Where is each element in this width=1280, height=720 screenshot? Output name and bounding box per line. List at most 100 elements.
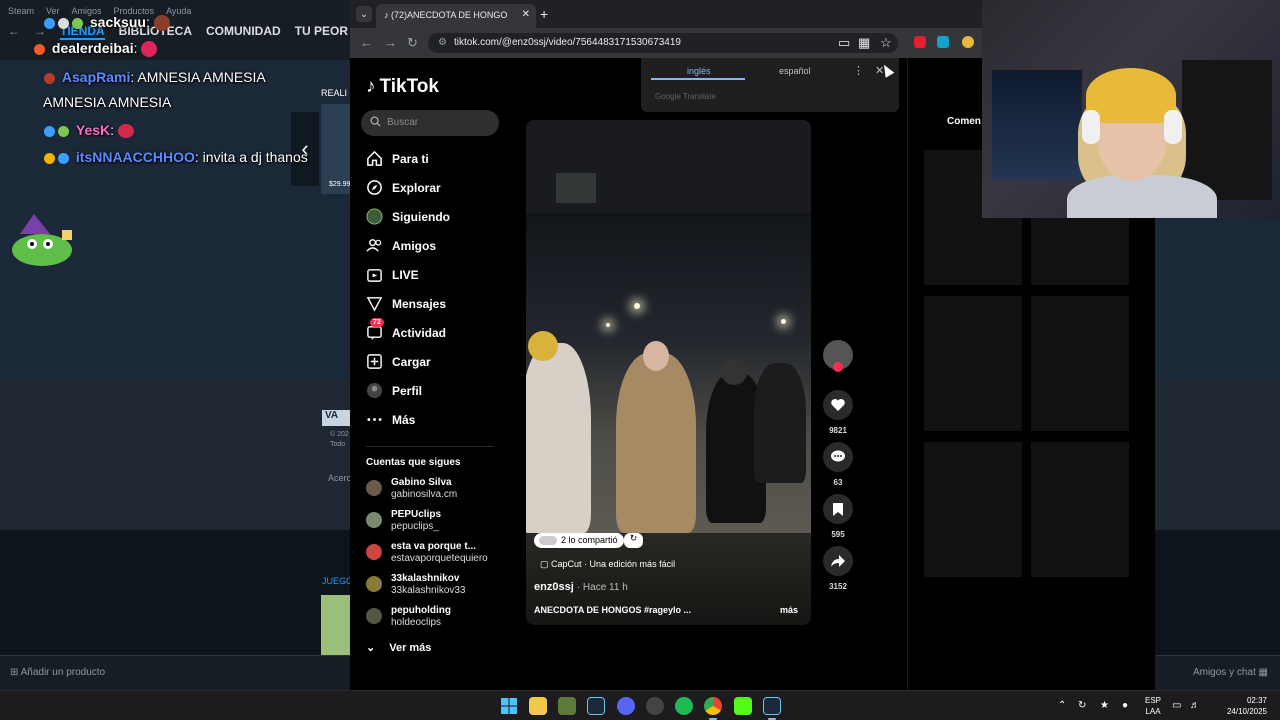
windows-start-icon[interactable] [500, 697, 518, 715]
windows-taskbar: ⌃ ↻ ★ ● ESP LAA ▭ ♬ 02:37 24/10/2025 [0, 690, 1280, 720]
following-account[interactable]: 33kalashnikov 33kalashnikov33 [366, 573, 506, 601]
chat-username[interactable]: dealerdeibai [52, 40, 134, 56]
friends-chat-button[interactable]: Amigos y chat ▦ [1193, 667, 1268, 678]
kick-icon[interactable] [734, 697, 752, 715]
translate-icon[interactable]: ▦ [858, 35, 870, 51]
nav-more[interactable]: Más [366, 411, 506, 433]
nav-live[interactable]: LIVE [366, 266, 506, 288]
steam-nav-community[interactable]: COMUNIDAD [206, 24, 281, 40]
comment-button[interactable]: 63 [822, 442, 854, 487]
save-button[interactable]: 595 [822, 494, 854, 539]
shared-chip[interactable]: 2 lo compartió [534, 533, 624, 548]
file-explorer-icon[interactable] [529, 697, 547, 715]
more-link[interactable]: más [780, 605, 798, 615]
chat-username[interactable]: YesK [76, 122, 110, 138]
site-info-icon[interactable]: ⚙ [438, 37, 447, 48]
back-icon[interactable]: ← [360, 35, 373, 50]
search-input[interactable]: Buscar [361, 110, 499, 136]
nav-following[interactable]: Siguiendo [366, 208, 506, 230]
minecraft-icon[interactable] [558, 697, 576, 715]
chat-username[interactable]: AsapRami [62, 69, 130, 85]
back-arrow-icon[interactable]: ← [8, 24, 20, 40]
chevron-up-icon[interactable]: ⌃ [1058, 700, 1066, 711]
like-button[interactable]: 9821 [822, 390, 854, 435]
following-account[interactable]: pepuholding holdeoclips [366, 605, 506, 633]
account-name: esta va porque t... [391, 541, 477, 552]
close-tab-icon[interactable]: ✕ [522, 9, 530, 20]
follow-plus-icon[interactable] [833, 362, 843, 372]
nav-profile[interactable]: Perfil [366, 382, 506, 404]
repost-icon[interactable]: ↻ [624, 533, 643, 548]
emote-icon [117, 124, 134, 139]
new-tab-button[interactable]: + [540, 6, 548, 22]
shield-icon[interactable]: ★ [1100, 700, 1109, 711]
see-more-button[interactable]: ⌄ Ver más [366, 641, 431, 654]
bookmark-star-icon[interactable]: ☆ [880, 35, 892, 51]
video-grid-tile[interactable] [1031, 218, 1129, 285]
video-author[interactable]: enz0ssj · Hace 11 h [534, 581, 628, 593]
person [616, 353, 696, 533]
chat-username[interactable]: itsNNAACCHHOO [76, 149, 195, 165]
following-account[interactable]: esta va porque t... estavaporquetequiero [366, 541, 506, 569]
sync-icon[interactable]: ↻ [1078, 700, 1086, 711]
tab-tiktok[interactable]: ♪ (72)ANECDOTA DE HONGO ✕ [376, 4, 536, 28]
language-code: ESP [1145, 696, 1162, 705]
extension-icon[interactable] [914, 36, 926, 48]
nav-activity[interactable]: 72 Actividad [366, 318, 506, 346]
nav-explore[interactable]: Explorar [366, 179, 506, 201]
chat-message: dealerdeibai: [34, 40, 160, 58]
following-account[interactable]: Gabino Silva gabinosilva.cm [366, 477, 506, 505]
video-player[interactable] [526, 120, 811, 625]
tab-search-button[interactable]: ⌄ [356, 6, 372, 22]
reload-icon[interactable]: ↻ [407, 35, 418, 51]
creator-avatar[interactable] [823, 340, 853, 372]
video-grid-tile[interactable] [924, 296, 1022, 431]
comments-tab[interactable]: Comen [947, 116, 981, 127]
nav-messages[interactable]: Mensajes [366, 295, 506, 317]
spotify-icon[interactable] [675, 697, 693, 715]
share-button[interactable]: 3152 [822, 546, 854, 591]
translate-options-icon[interactable]: ⋮ [853, 64, 864, 77]
badge-icon [34, 43, 45, 55]
video-grid-tile[interactable] [924, 442, 1022, 577]
friends-icon [366, 239, 382, 252]
steam-about-link[interactable]: Acerc [328, 473, 351, 483]
steam-window-icon[interactable] [763, 697, 781, 715]
cast-icon[interactable]: ▭ [838, 35, 850, 51]
video-grid-tile[interactable] [1031, 442, 1129, 577]
forward-icon[interactable]: → [384, 35, 397, 50]
microphone-icon[interactable]: ● [1122, 700, 1128, 711]
video-frame [526, 173, 811, 533]
steam-icon[interactable] [587, 697, 605, 715]
nav-label: Más [392, 413, 416, 427]
add-product-button[interactable]: ⊞ Añadir un producto [10, 667, 105, 678]
video-description: ANECDOTA DE HONGOS #rageylo ... [534, 605, 692, 615]
emote-icon [153, 15, 170, 32]
obs-icon[interactable] [646, 697, 664, 715]
tiktok-logo[interactable]: ♪ TikTok [366, 76, 439, 98]
following-accounts-title: Cuentas que sigues [366, 457, 461, 468]
url-field[interactable]: ⚙ tiktok.com/@enz0ssj/video/756448317153… [428, 33, 898, 53]
steam-menu-item[interactable]: Steam [8, 6, 34, 16]
network-icon[interactable]: ▭ [1172, 700, 1181, 711]
keyboard-layout: LAA [1145, 707, 1161, 716]
capcut-link[interactable]: ▢ CapCut · Una edición más fácil [540, 559, 675, 570]
system-clock[interactable]: 02:37 24/10/2025 [1227, 695, 1267, 717]
following-account[interactable]: PEPUclips pepuclips_ [366, 509, 506, 537]
translate-lang-english[interactable]: inglés [687, 66, 711, 77]
chrome-icon[interactable] [704, 697, 722, 715]
post-time: · Hace 11 h [576, 582, 628, 593]
language-indicator[interactable]: ESP LAA [1145, 695, 1161, 717]
nav-friends[interactable]: Amigos [366, 237, 506, 259]
share-circle [823, 546, 853, 576]
discord-icon[interactable] [617, 697, 635, 715]
extension-icon[interactable] [937, 36, 949, 48]
translate-lang-spanish[interactable]: español [779, 66, 811, 77]
nav-upload[interactable]: Cargar [366, 353, 506, 375]
profile-avatar-icon[interactable] [962, 36, 974, 48]
volume-icon[interactable]: ♬ [1190, 700, 1200, 711]
nav-for-you[interactable]: Para ti [366, 150, 506, 172]
chat-username[interactable]: sacksuu [90, 14, 146, 30]
video-grid-tile[interactable] [1031, 296, 1129, 431]
steam-game-thumb[interactable] [321, 595, 350, 655]
